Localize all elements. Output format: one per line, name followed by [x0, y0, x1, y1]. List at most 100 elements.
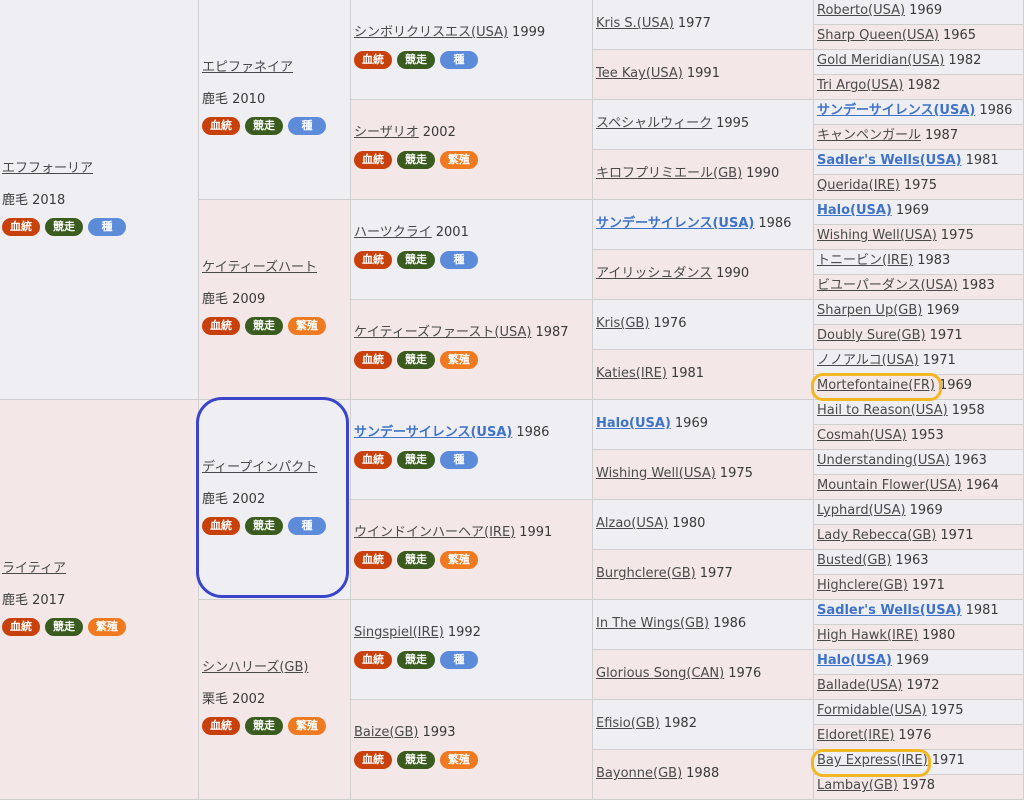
race-badge[interactable]: 競走 [245, 117, 283, 135]
horse-name-link[interactable]: Ballade(USA) [817, 678, 902, 693]
stud-badge[interactable]: 種 [440, 651, 478, 669]
horse-name-link[interactable]: Roberto(USA) [817, 3, 905, 18]
horse-name-link[interactable]: アイリッシュダンス [596, 266, 712, 281]
blood-badge[interactable]: 血統 [202, 117, 240, 135]
horse-name-link[interactable]: Busted(GB) [817, 553, 891, 568]
blood-badge[interactable]: 血統 [354, 451, 392, 469]
horse-name-link[interactable]: ハーツクライ [354, 225, 432, 240]
blood-badge[interactable]: 血統 [202, 517, 240, 535]
blood-badge[interactable]: 血統 [354, 151, 392, 169]
horse-name-link[interactable]: Lyphard(USA) [817, 503, 906, 518]
horse-name-link[interactable]: Halo(USA) [817, 203, 892, 218]
blood-badge[interactable]: 血統 [354, 51, 392, 69]
horse-name-link[interactable]: Singspiel(IRE) [354, 625, 444, 640]
horse-name-link[interactable]: Glorious Song(CAN) [596, 666, 724, 681]
race-badge[interactable]: 競走 [397, 51, 435, 69]
race-badge[interactable]: 競走 [245, 317, 283, 335]
horse-name-link[interactable]: ケイティーズハート [202, 260, 317, 275]
stud-badge[interactable]: 種 [288, 117, 326, 135]
race-badge[interactable]: 競走 [397, 451, 435, 469]
stud-badge[interactable]: 種 [440, 451, 478, 469]
race-badge[interactable]: 競走 [397, 751, 435, 769]
horse-name-link[interactable]: Tee Kay(USA) [596, 66, 683, 81]
race-badge[interactable]: 競走 [397, 551, 435, 569]
stud-badge[interactable]: 種 [288, 517, 326, 535]
horse-name-link[interactable]: Alzao(USA) [596, 516, 668, 531]
horse-name-link[interactable]: ウインドインハーヘア(IRE) [354, 525, 515, 540]
horse-name-link[interactable]: シンボリクリスエス(USA) [354, 25, 508, 40]
horse-name-link[interactable]: エピファネイア [202, 60, 293, 75]
horse-name-link[interactable]: Understanding(USA) [817, 453, 950, 468]
horse-name-link[interactable]: Wishing Well(USA) [817, 228, 937, 243]
blood-badge[interactable]: 血統 [354, 651, 392, 669]
race-badge[interactable]: 競走 [45, 618, 83, 636]
horse-name-link[interactable]: スペシャルウィーク [596, 116, 712, 131]
breed-badge[interactable]: 繁殖 [288, 317, 326, 335]
horse-name-link[interactable]: ビユーパーダンス(USA) [817, 278, 958, 293]
horse-name-link[interactable]: Efisio(GB) [596, 716, 660, 731]
horse-name-link[interactable]: Tri Argo(USA) [817, 78, 903, 93]
stud-badge[interactable]: 種 [88, 218, 126, 236]
horse-name-link[interactable]: Sharp Queen(USA) [817, 28, 939, 43]
blood-badge[interactable]: 血統 [202, 717, 240, 735]
horse-name-link[interactable]: Kris S.(USA) [596, 16, 674, 31]
horse-name-link[interactable]: シーザリオ [354, 125, 419, 140]
horse-name-link[interactable]: High Hawk(IRE) [817, 628, 918, 643]
horse-name-link[interactable]: Bayonne(GB) [596, 766, 682, 781]
horse-name-link[interactable]: トニービン(IRE) [817, 253, 913, 268]
race-badge[interactable]: 競走 [245, 717, 283, 735]
horse-name-link[interactable]: ライティア [2, 561, 66, 576]
breed-badge[interactable]: 繁殖 [440, 151, 478, 169]
horse-name-link[interactable]: Wishing Well(USA) [596, 466, 716, 481]
stud-badge[interactable]: 種 [440, 51, 478, 69]
horse-name-link[interactable]: サンデーサイレンス(USA) [596, 216, 754, 231]
race-badge[interactable]: 競走 [245, 517, 283, 535]
horse-name-link[interactable]: Bay Express(IRE) [817, 753, 928, 768]
blood-badge[interactable]: 血統 [354, 251, 392, 269]
horse-name-link[interactable]: Highclere(GB) [817, 578, 908, 593]
horse-name-link[interactable]: Cosmah(USA) [817, 428, 907, 443]
stud-badge[interactable]: 種 [440, 251, 478, 269]
blood-badge[interactable]: 血統 [354, 551, 392, 569]
breed-badge[interactable]: 繁殖 [88, 618, 126, 636]
race-badge[interactable]: 競走 [397, 651, 435, 669]
horse-name-link[interactable]: ディープインパクト [202, 460, 317, 475]
breed-badge[interactable]: 繁殖 [288, 717, 326, 735]
horse-name-link[interactable]: Kris(GB) [596, 316, 649, 331]
horse-name-link[interactable]: エフフォーリア [2, 161, 93, 176]
horse-name-link[interactable]: Halo(USA) [596, 416, 671, 431]
blood-badge[interactable]: 血統 [2, 218, 40, 236]
horse-name-link[interactable]: Formidable(USA) [817, 703, 926, 718]
horse-name-link[interactable]: サンデーサイレンス(USA) [817, 103, 975, 118]
horse-name-link[interactable]: Katies(IRE) [596, 366, 667, 381]
blood-badge[interactable]: 血統 [2, 618, 40, 636]
horse-name-link[interactable]: Lady Rebecca(GB) [817, 528, 936, 543]
blood-badge[interactable]: 血統 [354, 351, 392, 369]
breed-badge[interactable]: 繁殖 [440, 751, 478, 769]
blood-badge[interactable]: 血統 [354, 751, 392, 769]
race-badge[interactable]: 競走 [397, 151, 435, 169]
horse-name-link[interactable]: Gold Meridian(USA) [817, 53, 944, 68]
horse-name-link[interactable]: Mortefontaine(FR) [817, 378, 935, 393]
horse-name-link[interactable]: Baize(GB) [354, 725, 418, 740]
horse-name-link[interactable]: キャンペンガール [817, 128, 921, 143]
horse-name-link[interactable]: ノノアルコ(USA) [817, 353, 919, 368]
race-badge[interactable]: 競走 [45, 218, 83, 236]
horse-name-link[interactable]: Doubly Sure(GB) [817, 328, 926, 343]
race-badge[interactable]: 競走 [397, 351, 435, 369]
blood-badge[interactable]: 血統 [202, 317, 240, 335]
horse-name-link[interactable]: ケイティーズファースト(USA) [354, 325, 531, 340]
horse-name-link[interactable]: Mountain Flower(USA) [817, 478, 962, 493]
breed-badge[interactable]: 繁殖 [440, 351, 478, 369]
horse-name-link[interactable]: Eldoret(IRE) [817, 728, 894, 743]
horse-name-link[interactable]: Hail to Reason(USA) [817, 403, 948, 418]
breed-badge[interactable]: 繁殖 [440, 551, 478, 569]
horse-name-link[interactable]: Lambay(GB) [817, 778, 898, 793]
horse-name-link[interactable]: Sadler's Wells(USA) [817, 603, 962, 618]
horse-name-link[interactable]: Sharpen Up(GB) [817, 303, 922, 318]
horse-name-link[interactable]: In The Wings(GB) [596, 616, 709, 631]
horse-name-link[interactable]: キロフプリミエール(GB) [596, 166, 742, 181]
race-badge[interactable]: 競走 [397, 251, 435, 269]
horse-name-link[interactable]: Burghclere(GB) [596, 566, 696, 581]
horse-name-link[interactable]: Querida(IRE) [817, 178, 900, 193]
